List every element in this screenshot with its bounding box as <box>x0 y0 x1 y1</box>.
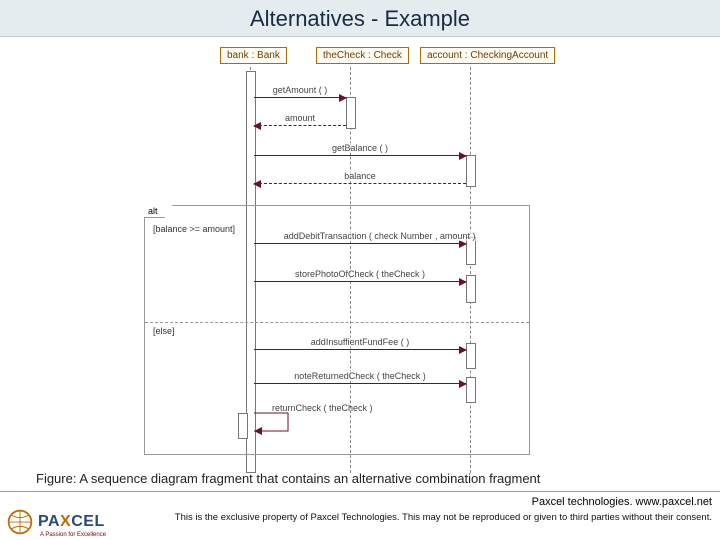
arrow-icon <box>459 240 467 248</box>
lifeline-head-check: theCheck : Check <box>316 47 409 64</box>
arrow-icon <box>459 152 467 160</box>
footer: PAXCEL A Passion for Excellence Paxcel t… <box>0 491 720 540</box>
fragment-operator: alt <box>144 205 173 218</box>
lifeline-head-bank: bank : Bank <box>220 47 287 64</box>
activation-account-1 <box>466 155 476 187</box>
arrow-icon <box>459 278 467 286</box>
footer-line-2: This is the exclusive property of Paxcel… <box>175 512 712 523</box>
msg-label: balance <box>342 171 378 181</box>
msg-get-balance: getBalance ( ) <box>254 155 466 156</box>
arrow-icon <box>339 94 347 102</box>
brand-letter: A <box>48 513 60 530</box>
activation-check-1 <box>346 97 356 129</box>
guard-if: [balance >= amount] <box>151 224 237 234</box>
brand-letter: X <box>60 513 71 530</box>
msg-add-debit: addDebitTransaction ( check Number , amo… <box>254 243 466 244</box>
msg-label: amount <box>283 113 317 123</box>
lifeline-head-account: account : CheckingAccount <box>420 47 555 64</box>
diagram-canvas: bank : Bank theCheck : Check account : C… <box>0 37 720 477</box>
brand-letter: CEL <box>71 513 105 530</box>
brand-wordmark: PAXCEL <box>38 513 105 531</box>
return-amount: amount <box>254 125 346 126</box>
msg-label: storePhotoOfCheck ( theCheck ) <box>293 269 427 279</box>
msg-store-photo: storePhotoOfCheck ( theCheck ) <box>254 281 466 282</box>
return-balance: balance <box>254 183 466 184</box>
brand-tagline: A Passion for Excellence <box>40 532 106 538</box>
msg-get-amount: getAmount ( ) <box>254 97 346 98</box>
guard-else: [else] <box>151 326 177 336</box>
arrow-icon <box>459 380 467 388</box>
msg-label: noteReturnedCheck ( theCheck ) <box>292 371 428 381</box>
msg-label: getBalance ( ) <box>330 143 390 153</box>
msg-label: addDebitTransaction ( check Number , amo… <box>282 231 478 241</box>
arrow-icon <box>459 346 467 354</box>
footer-line-1: Paxcel technologies. www.paxcel.net <box>532 496 712 508</box>
figure-caption: Figure: A sequence diagram fragment that… <box>36 471 540 486</box>
arrow-icon <box>253 180 261 188</box>
msg-label: getAmount ( ) <box>271 85 330 95</box>
msg-label: returnCheck ( theCheck ) <box>272 403 373 413</box>
slide-title: Alternatives - Example <box>0 0 720 37</box>
alt-divider <box>145 322 529 323</box>
msg-insufficient-fee: addInsuffientFundFee ( ) <box>254 349 466 350</box>
arrow-icon <box>253 122 261 130</box>
brand-letter: P <box>38 513 48 530</box>
globe-icon <box>6 508 34 536</box>
msg-return-check <box>238 409 298 439</box>
msg-note-returned: noteReturnedCheck ( theCheck ) <box>254 383 466 384</box>
brand-logo: PAXCEL A Passion for Excellence <box>6 508 105 536</box>
msg-label: addInsuffientFundFee ( ) <box>309 337 411 347</box>
